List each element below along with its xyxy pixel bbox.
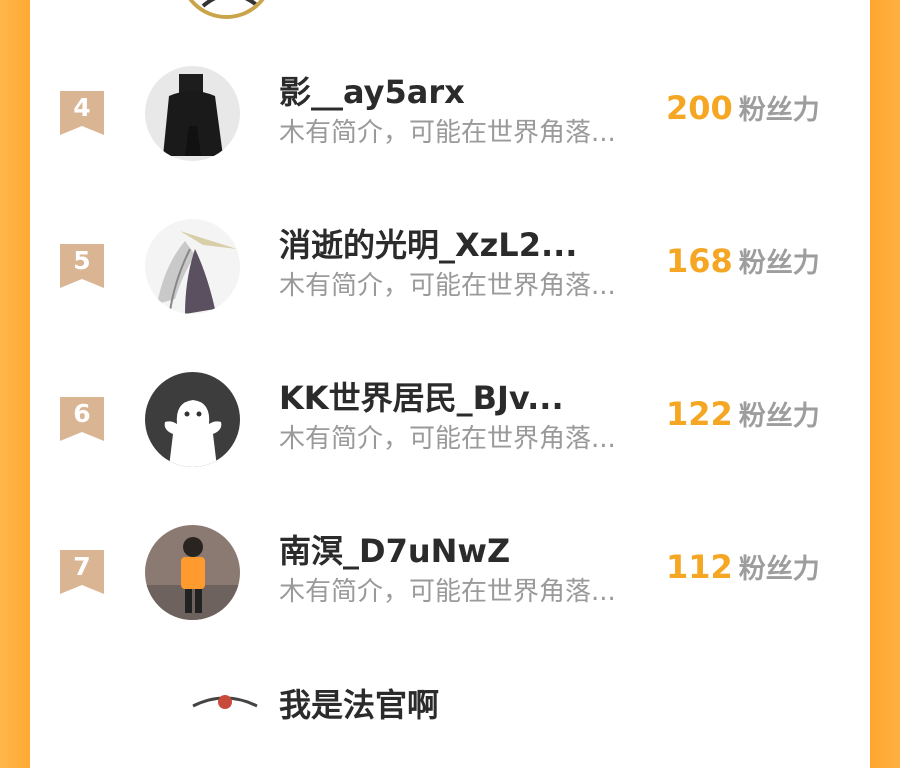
score-value: 122 <box>666 395 733 433</box>
avatar-partial-top[interactable] <box>179 0 274 19</box>
score-value: 200 <box>666 89 733 127</box>
username[interactable]: 消逝的光明_XzL2... <box>279 225 577 265</box>
user-bio: 木有简介，可能在世界角落... <box>279 424 616 454</box>
user-bio: 木有简介，可能在世界角落... <box>279 577 616 607</box>
rank-number: 7 <box>73 552 91 581</box>
rank-badge: 6 <box>60 397 104 441</box>
avatar[interactable] <box>145 66 240 161</box>
leaderboard-panel: 4 影__ay5arx 木有简介，可能在世界角落... 200 粉丝力 5 消逝… <box>30 0 870 768</box>
rank-number: 4 <box>73 93 91 122</box>
fan-score: 112 粉丝力 <box>666 547 820 593</box>
username[interactable]: 我是法官啊 <box>279 685 439 725</box>
user-bio: 木有简介，可能在世界角落... <box>279 271 616 301</box>
rank-badge: 7 <box>60 550 104 594</box>
score-unit: 粉丝力 <box>738 95 820 126</box>
avatar[interactable] <box>185 688 265 768</box>
avatar[interactable] <box>145 219 240 314</box>
username[interactable]: KK世界居民_BJv... <box>279 378 564 418</box>
fan-score: 122 粉丝力 <box>666 394 820 440</box>
avatar[interactable] <box>145 372 240 467</box>
score-unit: 粉丝力 <box>738 248 820 279</box>
leaderboard-row[interactable]: 7 南溟_D7uNwZ 木有简介，可能在世界角落... 112 粉丝力 <box>30 517 870 627</box>
score-unit: 粉丝力 <box>738 401 820 432</box>
leaderboard-row[interactable]: 6 KK世界居民_BJv... 木有简介，可能在世界角落... 122 粉丝力 <box>30 364 870 474</box>
fan-score: 168 粉丝力 <box>666 241 820 287</box>
username[interactable]: 南溟_D7uNwZ <box>279 531 510 571</box>
fan-score: 200 粉丝力 <box>666 88 820 134</box>
rank-number: 5 <box>73 246 91 275</box>
leaderboard-row[interactable]: 4 影__ay5arx 木有简介，可能在世界角落... 200 粉丝力 <box>30 58 870 168</box>
score-unit: 粉丝力 <box>738 554 820 585</box>
leaderboard-row[interactable]: 5 消逝的光明_XzL2... 木有简介，可能在世界角落... 168 粉丝力 <box>30 211 870 321</box>
user-bio: 木有简介，可能在世界角落... <box>279 118 616 148</box>
rank-number: 6 <box>73 399 91 428</box>
rank-badge: 4 <box>60 91 104 135</box>
score-value: 168 <box>666 242 733 280</box>
avatar[interactable] <box>145 525 240 620</box>
leaderboard-row-partial[interactable]: 我是法官啊 <box>30 680 870 768</box>
score-value: 112 <box>666 548 733 586</box>
username[interactable]: 影__ay5arx <box>279 72 465 112</box>
rank-badge: 5 <box>60 244 104 288</box>
